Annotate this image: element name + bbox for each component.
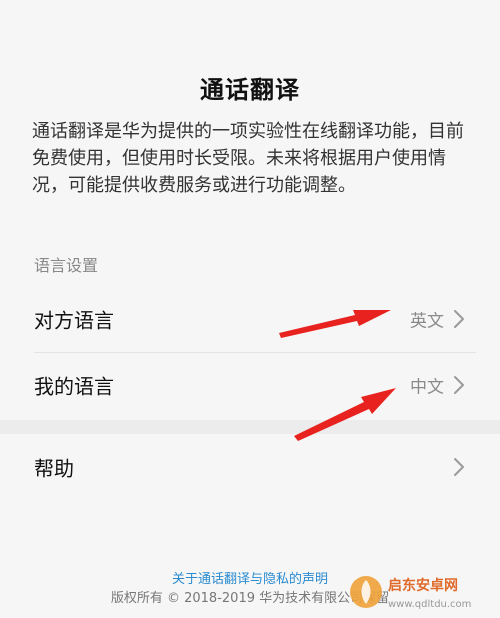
help-label: 帮助 <box>34 456 74 481</box>
setting-value: 中文 <box>410 377 444 398</box>
call-translation-page: 通话翻译 通话翻译是华为提供的一项实验性在线翻译功能，目前免费使用，但使用时长受… <box>0 0 500 618</box>
setting-label: 对方语言 <box>34 308 114 333</box>
watermark-brand: 启东安卓网 <box>388 577 458 594</box>
language-settings-group: 对方语言 英文 我的语言 中文 <box>0 286 500 418</box>
setting-row-other-party-language[interactable]: 对方语言 英文 <box>0 286 500 352</box>
setting-label: 我的语言 <box>34 374 114 399</box>
setting-value: 英文 <box>410 311 444 332</box>
site-watermark-logo: 启东安卓网 www.qdltdu.com <box>350 576 471 610</box>
section-separator <box>0 420 500 434</box>
chevron-right-icon <box>454 310 464 328</box>
watermark-url: www.qdltdu.com <box>388 599 471 610</box>
help-row[interactable]: 帮助 <box>0 434 500 500</box>
section-label-language-settings: 语言设置 <box>34 256 99 275</box>
page-title: 通话翻译 <box>200 76 300 104</box>
feature-description: 通话翻译是华为提供的一项实验性在线翻译功能，目前免费使用，但使用时长受限。未来将… <box>32 121 464 196</box>
chevron-right-icon <box>454 458 464 476</box>
chevron-right-icon <box>454 376 464 394</box>
setting-row-my-language[interactable]: 我的语言 中文 <box>0 352 500 418</box>
